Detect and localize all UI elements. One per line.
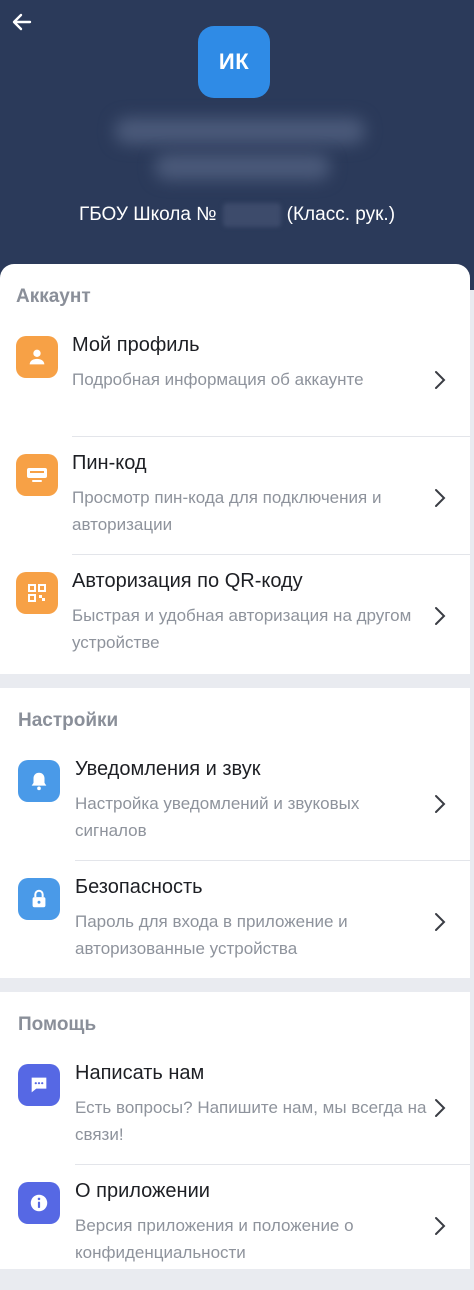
menu-item-pin-code[interactable]: Пин-код Просмотр пин-кода для подключени… xyxy=(0,446,470,562)
menu-item-title: Уведомления и звук xyxy=(75,758,261,780)
chevron-right-icon xyxy=(430,604,450,628)
chevron-right-icon xyxy=(430,792,450,816)
menu-item-title: Написать нам xyxy=(75,1062,205,1084)
menu-item-title: Безопасность xyxy=(75,876,203,898)
bell-icon xyxy=(18,760,60,802)
section-title: Настройки xyxy=(18,710,119,731)
back-arrow-icon[interactable] xyxy=(8,8,36,36)
chevron-right-icon xyxy=(430,1096,450,1120)
chevron-right-icon xyxy=(430,910,450,934)
menu-item-subtitle: Пароль для входа в приложение и авторизо… xyxy=(75,912,348,958)
menu-item-title: Авторизация по QR-коду xyxy=(72,570,303,592)
menu-item-subtitle: Быстрая и удобная авторизация на другом … xyxy=(72,606,412,652)
school-role: (Класс. рук.) xyxy=(286,204,396,225)
menu-item-subtitle: Настройка уведомлений и звуковых сигнало… xyxy=(75,794,360,840)
divider xyxy=(72,436,470,437)
chevron-right-icon xyxy=(430,1214,450,1238)
section-help: Помощь Написать нам Есть вопросы? Напиши… xyxy=(0,992,470,1269)
menu-item-title: О приложении xyxy=(75,1180,210,1202)
divider xyxy=(72,554,470,555)
menu-item-subtitle: Версия приложения и положение о конфиден… xyxy=(75,1216,354,1262)
chat-icon xyxy=(18,1064,60,1106)
chevron-right-icon xyxy=(430,368,450,392)
user-name-blurred xyxy=(115,118,365,144)
profile-header: ИК ГБОУ Школа № (Класс. рук.) xyxy=(0,0,474,290)
info-icon xyxy=(18,1182,60,1224)
avatar: ИК xyxy=(198,26,270,98)
menu-item-title: Мой профиль xyxy=(72,334,200,356)
divider xyxy=(75,1164,470,1165)
school-number-redacted xyxy=(222,203,281,227)
section-account: Аккаунт Мой профиль Подробная информация… xyxy=(0,264,470,674)
menu-item-my-profile[interactable]: Мой профиль Подробная информация об акка… xyxy=(0,328,470,444)
menu-item-security[interactable]: Безопасность Пароль для входа в приложен… xyxy=(0,870,470,986)
section-settings: Настройки Уведомления и звук Настройка у… xyxy=(0,688,470,978)
menu-item-contact-us[interactable]: Написать нам Есть вопросы? Напишите нам,… xyxy=(0,1056,470,1172)
qr-code-icon xyxy=(16,572,58,614)
menu-item-subtitle: Просмотр пин-кода для подключения и авто… xyxy=(72,488,382,534)
keyboard-icon xyxy=(16,454,58,496)
chevron-right-icon xyxy=(430,486,450,510)
menu-item-subtitle: Подробная информация об аккаунте xyxy=(72,370,364,389)
menu-item-about-app[interactable]: О приложении Версия приложения и положен… xyxy=(0,1174,470,1290)
user-name-blurred-line2 xyxy=(155,154,330,180)
section-title: Аккаунт xyxy=(16,286,91,307)
menu-item-notifications[interactable]: Уведомления и звук Настройка уведомлений… xyxy=(0,752,470,868)
school-label: ГБОУ Школа № (Класс. рук.) xyxy=(0,198,474,232)
section-title: Помощь xyxy=(18,1014,97,1035)
menu-item-subtitle: Есть вопросы? Напишите нам, мы всегда на… xyxy=(75,1098,427,1144)
school-prefix: ГБОУ Школа № xyxy=(78,204,217,225)
menu-item-qr-auth[interactable]: Авторизация по QR-коду Быстрая и удобная… xyxy=(0,564,470,680)
lock-icon xyxy=(18,878,60,920)
menu-item-title: Пин-код xyxy=(72,452,147,474)
divider xyxy=(75,860,470,861)
person-icon xyxy=(16,336,58,378)
